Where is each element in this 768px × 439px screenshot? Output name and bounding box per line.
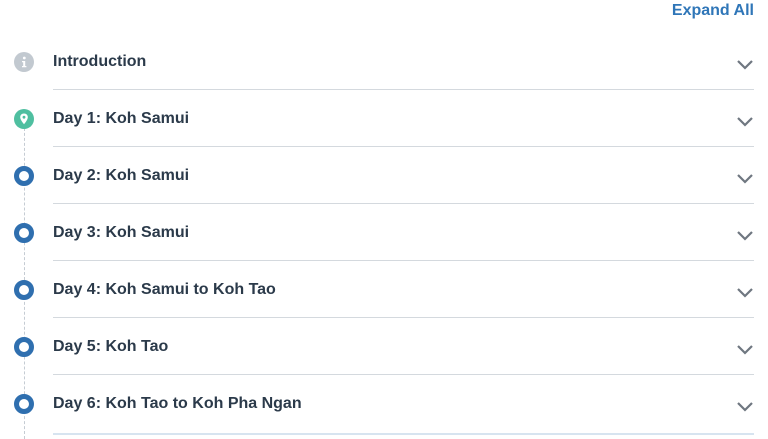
row-divider xyxy=(53,433,754,435)
chevron-down-icon[interactable] xyxy=(736,229,754,241)
map-pin-icon xyxy=(14,109,34,129)
ring-marker-icon xyxy=(14,337,34,357)
chevron-down-icon[interactable] xyxy=(736,115,754,127)
chevron-down-icon[interactable] xyxy=(736,172,754,184)
chevron-down-icon[interactable] xyxy=(736,58,754,70)
ring-marker-icon xyxy=(14,223,34,243)
accordion-item-title: Day 3: Koh Samui xyxy=(53,224,190,241)
expand-all-link[interactable]: Expand All xyxy=(672,2,754,20)
accordion-item-day-3[interactable]: Day 3: Koh Samui xyxy=(0,204,768,261)
accordion-item-title: Day 1: Koh Samui xyxy=(53,110,190,127)
accordion-item-title: Introduction xyxy=(53,53,147,70)
chevron-down-icon[interactable] xyxy=(736,286,754,298)
info-icon xyxy=(14,52,34,72)
ring-marker-icon xyxy=(14,166,34,186)
accordion-item-day-6[interactable]: Day 6: Koh Tao to Koh Pha Ngan xyxy=(0,375,768,432)
ring-marker-icon xyxy=(14,280,34,300)
accordion-item-title: Day 2: Koh Samui xyxy=(53,167,190,184)
itinerary-accordion: Introduction Day 1: Koh Samui Day 2: Koh… xyxy=(0,33,768,432)
chevron-down-icon[interactable] xyxy=(736,400,754,412)
accordion-item-day-2[interactable]: Day 2: Koh Samui xyxy=(0,147,768,204)
accordion-item-title: Day 4: Koh Samui to Koh Tao xyxy=(53,281,276,298)
ring-marker-icon xyxy=(14,394,34,414)
accordion-item-day-1[interactable]: Day 1: Koh Samui xyxy=(0,90,768,147)
chevron-down-icon[interactable] xyxy=(736,343,754,355)
accordion-item-day-4[interactable]: Day 4: Koh Samui to Koh Tao xyxy=(0,261,768,318)
accordion-item-introduction[interactable]: Introduction xyxy=(0,33,768,90)
accordion-item-title: Day 5: Koh Tao xyxy=(53,338,169,355)
accordion-item-title: Day 6: Koh Tao to Koh Pha Ngan xyxy=(53,395,302,412)
accordion-item-day-5[interactable]: Day 5: Koh Tao xyxy=(0,318,768,375)
